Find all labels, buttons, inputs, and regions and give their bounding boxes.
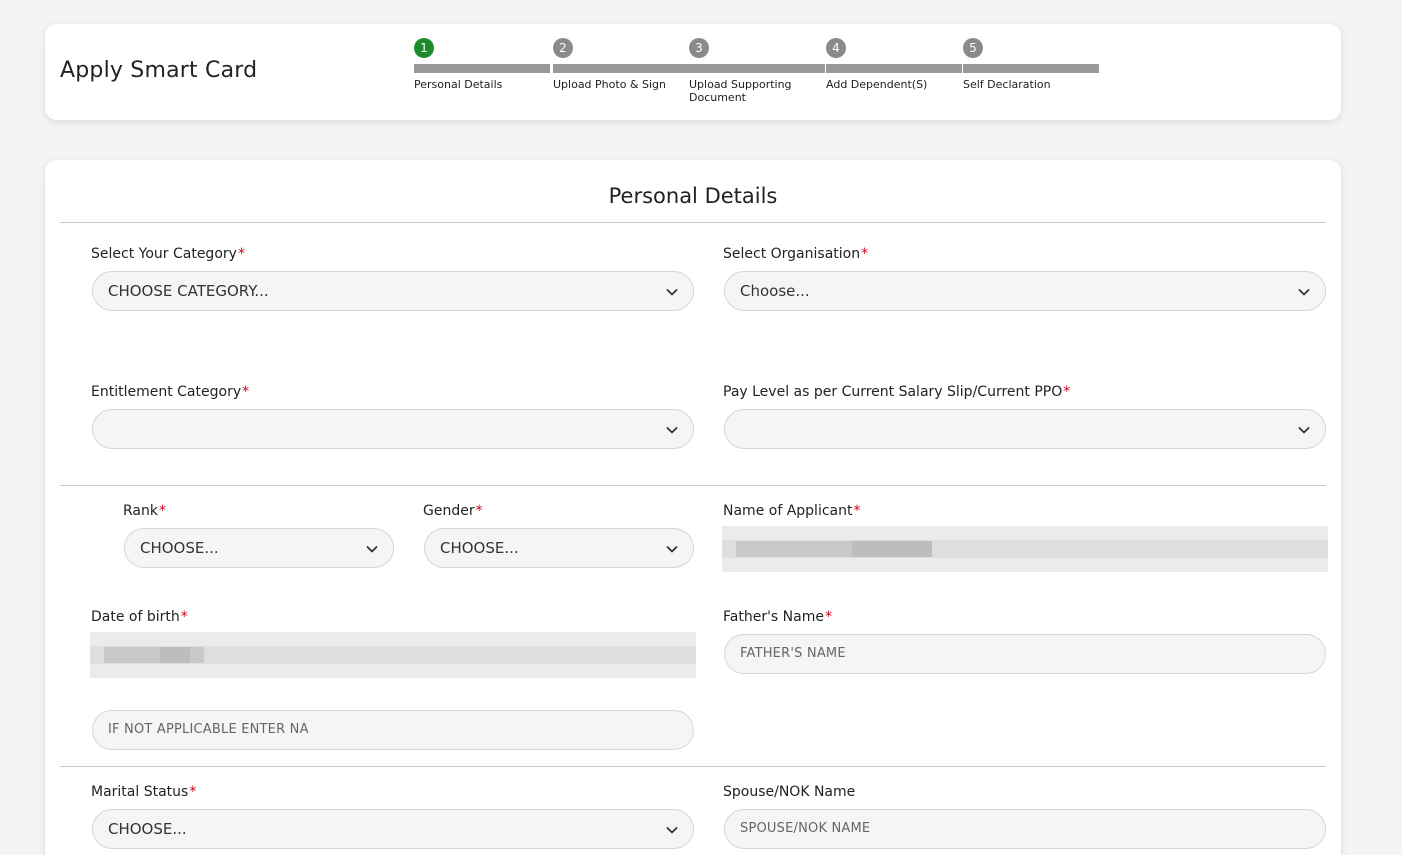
- redaction-block: [722, 558, 1328, 572]
- spouse-name-label: Spouse/NOK Name: [723, 784, 855, 800]
- label-text: Select Organisation: [723, 246, 861, 262]
- step-add-dependents[interactable]: 4 Add Dependent(S): [826, 38, 963, 118]
- pay-level-select[interactable]: [724, 409, 1326, 449]
- step-progress-bar: [414, 64, 550, 73]
- applicant-name-label: Name of Applicant*: [723, 503, 860, 519]
- chevron-down-icon: [666, 289, 678, 296]
- required-mark: *: [180, 609, 188, 625]
- chevron-down-icon: [366, 546, 378, 553]
- redaction-block: [90, 632, 696, 646]
- required-mark: *: [824, 609, 832, 625]
- step-number: 5: [963, 38, 983, 58]
- category-select[interactable]: CHOOSE CATEGORY...: [92, 271, 694, 311]
- chevron-down-icon: [1298, 427, 1310, 434]
- chevron-down-icon: [666, 427, 678, 434]
- step-upload-supporting-document[interactable]: 3 Upload Supporting Document: [689, 38, 826, 118]
- input-placeholder: SPOUSE/NOK NAME: [740, 821, 871, 836]
- input-placeholder: IF NOT APPLICABLE ENTER NA: [108, 722, 309, 737]
- chevron-down-icon: [666, 546, 678, 553]
- step-label: Personal Details: [414, 78, 503, 91]
- redaction-block: [90, 664, 696, 678]
- redaction-block: [160, 647, 190, 663]
- header-card: Apply Smart Card 1 Personal Details 2 Up…: [45, 24, 1341, 120]
- entitlement-select[interactable]: [92, 409, 694, 449]
- step-number: 3: [689, 38, 709, 58]
- step-number: 2: [553, 38, 573, 58]
- redaction-block: [852, 541, 932, 557]
- marital-status-label: Marital Status*: [91, 784, 196, 800]
- divider: [60, 222, 1326, 223]
- rank-label: Rank*: [123, 503, 166, 519]
- gender-select[interactable]: CHOOSE...: [424, 528, 694, 568]
- select-value: CHOOSE...: [140, 539, 219, 557]
- applicant-name-field-redacted[interactable]: [722, 526, 1328, 572]
- chevron-down-icon: [1298, 289, 1310, 296]
- step-progress-bar: [689, 64, 825, 73]
- chevron-down-icon: [666, 827, 678, 834]
- section-title: Personal Details: [608, 184, 778, 208]
- select-value: CHOOSE...: [108, 820, 187, 838]
- required-mark: *: [853, 503, 861, 519]
- gender-label: Gender*: [423, 503, 483, 519]
- label-text: Spouse/NOK Name: [723, 784, 856, 800]
- label-text: Pay Level as per Current Salary Slip/Cur…: [723, 384, 1063, 400]
- label-text: Gender: [423, 503, 475, 519]
- page-title: Apply Smart Card: [60, 58, 258, 83]
- spouse-name-input[interactable]: SPOUSE/NOK NAME: [724, 809, 1326, 849]
- select-value: CHOOSE CATEGORY...: [108, 282, 269, 300]
- label-text: Marital Status: [91, 784, 189, 800]
- select-value: Choose...: [740, 282, 810, 300]
- step-label: Upload Photo & Sign: [553, 78, 666, 91]
- step-progress-bar: [826, 64, 962, 73]
- pay-level-label: Pay Level as per Current Salary Slip/Cur…: [723, 384, 1070, 400]
- label-text: Father's Name: [723, 609, 824, 625]
- divider: [60, 485, 1326, 486]
- required-mark: *: [475, 503, 483, 519]
- step-progress-bar: [963, 64, 1099, 73]
- step-number: 4: [826, 38, 846, 58]
- category-label: Select Your Category*: [91, 246, 245, 262]
- label-text: Date of birth: [91, 609, 180, 625]
- required-mark: *: [158, 503, 166, 519]
- redaction-block: [722, 526, 1328, 540]
- father-name-label: Father's Name*: [723, 609, 832, 625]
- input-placeholder: FATHER'S NAME: [740, 646, 846, 661]
- dob-field-redacted[interactable]: [90, 632, 696, 678]
- father-name-input[interactable]: FATHER'S NAME: [724, 634, 1326, 674]
- dob-label: Date of birth*: [91, 609, 188, 625]
- step-number: 1: [414, 38, 434, 58]
- label-text: Rank: [123, 503, 158, 519]
- required-mark: *: [237, 246, 245, 262]
- select-value: CHOOSE...: [440, 539, 519, 557]
- required-mark: *: [861, 246, 869, 262]
- personal-details-form: Personal Details Select Your Category* C…: [45, 160, 1341, 855]
- divider: [60, 766, 1326, 767]
- organisation-select[interactable]: Choose...: [724, 271, 1326, 311]
- step-label: Upload Supporting Document: [689, 78, 792, 104]
- organisation-label: Select Organisation*: [723, 246, 868, 262]
- marital-status-select[interactable]: CHOOSE...: [92, 809, 694, 849]
- rank-select[interactable]: CHOOSE...: [124, 528, 394, 568]
- label-text: Name of Applicant: [723, 503, 853, 519]
- step-label: Add Dependent(S): [826, 78, 928, 91]
- step-personal-details[interactable]: 1 Personal Details: [414, 38, 551, 118]
- label-text: Entitlement Category: [91, 384, 242, 400]
- na-input[interactable]: IF NOT APPLICABLE ENTER NA: [92, 710, 694, 750]
- required-mark: *: [242, 384, 250, 400]
- step-label: Self Declaration: [963, 78, 1051, 91]
- step-self-declaration[interactable]: 5 Self Declaration: [963, 38, 1100, 118]
- required-mark: *: [1063, 384, 1071, 400]
- required-mark: *: [189, 784, 197, 800]
- label-text: Select Your Category: [91, 246, 237, 262]
- step-upload-photo-sign[interactable]: 2 Upload Photo & Sign: [553, 38, 690, 118]
- entitlement-label: Entitlement Category*: [91, 384, 249, 400]
- step-progress-bar: [553, 64, 689, 73]
